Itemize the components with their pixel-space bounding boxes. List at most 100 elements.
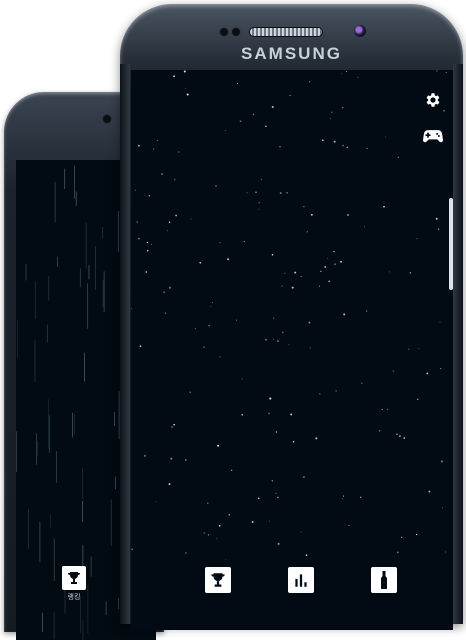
star xyxy=(273,317,275,319)
star xyxy=(183,70,186,73)
tab-bottle[interactable] xyxy=(371,567,397,593)
star xyxy=(341,73,343,75)
star xyxy=(331,111,333,113)
star xyxy=(164,312,167,314)
star xyxy=(366,310,368,312)
tab-statistics[interactable] xyxy=(288,567,314,593)
star xyxy=(383,205,385,208)
star xyxy=(219,242,221,244)
star xyxy=(435,217,438,220)
star xyxy=(203,346,205,348)
star xyxy=(333,250,335,253)
star xyxy=(212,301,214,303)
star xyxy=(239,120,242,123)
front-phone-right-edge xyxy=(453,64,463,624)
star xyxy=(199,261,202,264)
star xyxy=(396,433,398,435)
star xyxy=(319,285,321,287)
star xyxy=(381,409,383,411)
star xyxy=(215,185,217,187)
star xyxy=(334,263,336,266)
star xyxy=(305,554,308,556)
star xyxy=(236,83,238,84)
settings-button[interactable] xyxy=(423,90,443,110)
star xyxy=(146,241,149,244)
star xyxy=(309,347,311,349)
star xyxy=(173,75,176,78)
star xyxy=(306,231,308,233)
star xyxy=(251,521,254,523)
star xyxy=(341,106,344,109)
star xyxy=(342,144,344,147)
star xyxy=(277,496,279,499)
star xyxy=(300,531,302,533)
bottle-icon xyxy=(381,571,387,589)
star xyxy=(186,93,189,96)
back-tab-ranking[interactable] xyxy=(62,566,86,590)
star xyxy=(445,72,447,73)
star xyxy=(145,271,148,273)
star xyxy=(290,413,293,416)
star xyxy=(258,201,261,204)
star xyxy=(207,502,209,504)
star xyxy=(440,367,442,370)
starfield-background xyxy=(131,70,447,560)
star xyxy=(385,136,387,138)
star xyxy=(289,94,291,97)
star xyxy=(292,440,295,443)
star xyxy=(321,139,324,142)
star xyxy=(335,390,337,392)
star xyxy=(269,397,272,400)
star xyxy=(416,238,418,240)
star xyxy=(327,257,328,259)
star xyxy=(437,228,440,230)
star xyxy=(131,307,132,310)
star xyxy=(343,495,345,497)
star xyxy=(134,189,136,191)
star xyxy=(428,490,431,493)
star xyxy=(194,327,197,330)
star xyxy=(399,435,401,437)
star xyxy=(189,391,191,393)
star xyxy=(173,423,176,426)
star xyxy=(271,105,274,109)
star xyxy=(175,214,177,217)
star xyxy=(143,454,146,457)
star xyxy=(178,151,180,153)
star xyxy=(315,437,318,440)
star xyxy=(170,457,173,460)
gamepad-icon xyxy=(423,130,443,143)
star xyxy=(185,552,187,554)
star xyxy=(268,520,270,522)
star xyxy=(227,258,230,261)
tab-ranking[interactable] xyxy=(205,567,231,593)
star xyxy=(400,536,403,539)
trophy-icon xyxy=(211,573,225,587)
star xyxy=(392,370,395,372)
star xyxy=(246,192,248,194)
star xyxy=(265,125,267,128)
star xyxy=(219,356,221,358)
star xyxy=(218,524,221,527)
star xyxy=(378,429,381,432)
star xyxy=(257,497,260,500)
star xyxy=(268,412,271,415)
star xyxy=(408,348,410,350)
star xyxy=(208,324,210,327)
star xyxy=(363,226,365,228)
star xyxy=(310,213,313,216)
bar-chart-icon xyxy=(295,574,307,587)
edge-panel-handle[interactable] xyxy=(449,198,453,290)
star xyxy=(342,497,344,499)
star xyxy=(203,532,205,534)
gear-icon xyxy=(426,93,440,107)
star xyxy=(439,321,441,323)
game-center-button[interactable] xyxy=(423,126,443,146)
star xyxy=(340,260,342,263)
star xyxy=(343,313,346,316)
star xyxy=(426,372,429,375)
star xyxy=(397,156,399,159)
star xyxy=(168,221,171,223)
star xyxy=(324,265,327,268)
star xyxy=(190,218,192,220)
